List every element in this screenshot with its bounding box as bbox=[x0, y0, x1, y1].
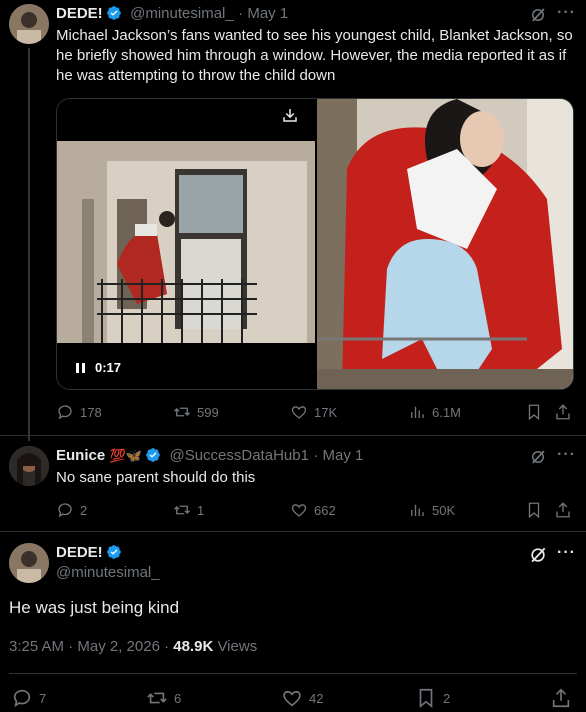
divider bbox=[9, 673, 577, 674]
download-icon[interactable] bbox=[281, 106, 299, 124]
photo-image bbox=[317, 99, 573, 389]
like-count: 662 bbox=[314, 502, 336, 518]
post-text: No sane parent should do this bbox=[56, 469, 256, 486]
more-options-icon[interactable]: ··· bbox=[557, 544, 576, 562]
thread-line bbox=[28, 48, 30, 441]
reply-icon bbox=[13, 689, 31, 708]
more-options-icon[interactable]: ··· bbox=[557, 4, 576, 22]
bookmark-icon[interactable] bbox=[525, 501, 543, 519]
grok-icon[interactable] bbox=[529, 6, 547, 24]
avatar[interactable] bbox=[9, 446, 49, 486]
display-name[interactable]: DEDE! bbox=[56, 544, 103, 561]
grok-icon[interactable] bbox=[529, 448, 547, 466]
repost-button[interactable]: 1 bbox=[173, 501, 204, 519]
reply-count: 7 bbox=[39, 690, 47, 706]
bookmark-icon[interactable] bbox=[525, 403, 543, 421]
avatar[interactable] bbox=[9, 4, 49, 44]
divider bbox=[0, 435, 586, 436]
display-name-emoji: 💯🦋 bbox=[109, 448, 143, 463]
post-text: Michael Jackson’s fans wanted to see his… bbox=[56, 27, 573, 84]
verified-badge-icon bbox=[106, 545, 121, 559]
like-button[interactable]: 42 bbox=[281, 687, 323, 709]
grok-icon[interactable] bbox=[528, 545, 548, 565]
more-options-icon[interactable]: ··· bbox=[557, 446, 576, 464]
views-icon bbox=[411, 406, 424, 418]
like-button[interactable]: 662 bbox=[290, 501, 336, 519]
bookmark-icon bbox=[419, 688, 433, 709]
video-timestamp: 0:17 bbox=[95, 360, 122, 375]
views-count: 6.1M bbox=[432, 404, 461, 420]
verified-badge-icon bbox=[146, 448, 160, 462]
video-player[interactable]: 0:17 bbox=[57, 99, 315, 389]
post-header: DEDE! @minutesimal_ · May 1 bbox=[56, 5, 288, 23]
avatar[interactable] bbox=[9, 543, 49, 583]
repost-button[interactable]: 599 bbox=[173, 403, 219, 421]
video-frame bbox=[57, 141, 315, 343]
views-button[interactable]: 50K bbox=[408, 501, 455, 519]
heart-icon bbox=[283, 690, 301, 707]
repost-count: 6 bbox=[174, 690, 182, 706]
views-count: 50K bbox=[432, 502, 456, 518]
repost-count: 599 bbox=[197, 404, 219, 420]
post-text: He was just being kind bbox=[9, 598, 180, 617]
username[interactable]: @minutesimal_ bbox=[130, 5, 234, 22]
share-icon[interactable] bbox=[550, 687, 572, 709]
views-label: Views bbox=[213, 638, 258, 655]
display-name[interactable]: Eunice bbox=[56, 447, 105, 464]
post-meta: 3:25 AM · May 2, 2026 · 48.9K Views bbox=[9, 638, 257, 655]
post-date[interactable]: · May 1 bbox=[313, 447, 363, 464]
like-count: 42 bbox=[309, 690, 324, 706]
repost-count: 1 bbox=[197, 502, 205, 518]
reply-icon bbox=[58, 503, 72, 518]
reply-button[interactable]: 7 bbox=[11, 687, 46, 709]
reply-button[interactable]: 2 bbox=[56, 501, 87, 519]
bookmark-count: 2 bbox=[443, 690, 451, 706]
post-media[interactable]: 0:17 bbox=[56, 98, 574, 390]
repost-icon bbox=[174, 505, 190, 515]
divider bbox=[0, 531, 586, 532]
username[interactable]: @minutesimal_ bbox=[56, 564, 160, 581]
repost-icon bbox=[174, 407, 190, 417]
reply-count: 2 bbox=[80, 502, 88, 518]
views-count: 48.9K bbox=[173, 638, 214, 655]
bookmark-button[interactable]: 2 bbox=[415, 687, 450, 709]
video-controls[interactable]: 0:17 bbox=[75, 360, 121, 375]
display-name[interactable]: DEDE! bbox=[56, 5, 103, 22]
post-timestamp[interactable]: 3:25 AM · May 2, 2026 · bbox=[9, 638, 173, 655]
username[interactable]: @SuccessDataHub1 bbox=[169, 447, 308, 464]
verified-badge-icon bbox=[106, 6, 121, 20]
reply-count: 178 bbox=[80, 404, 102, 420]
post-header: DEDE! bbox=[56, 544, 122, 562]
post-header: Eunice 💯🦋 @SuccessDataHub1 · May 1 bbox=[56, 447, 363, 465]
pause-icon[interactable] bbox=[75, 362, 87, 374]
share-icon[interactable] bbox=[554, 501, 572, 519]
share-icon[interactable] bbox=[554, 403, 572, 421]
reply-button[interactable]: 178 bbox=[56, 403, 102, 421]
photo[interactable] bbox=[317, 99, 573, 389]
heart-icon bbox=[291, 406, 307, 419]
repost-icon bbox=[147, 692, 167, 704]
repost-button[interactable]: 6 bbox=[146, 687, 181, 709]
post-date[interactable]: · May 1 bbox=[238, 5, 288, 22]
like-count: 17K bbox=[314, 404, 338, 420]
views-icon bbox=[411, 504, 424, 516]
reply-icon bbox=[58, 405, 72, 420]
heart-icon bbox=[291, 504, 307, 517]
like-button[interactable]: 17K bbox=[290, 403, 337, 421]
views-button[interactable]: 6.1M bbox=[408, 403, 461, 421]
